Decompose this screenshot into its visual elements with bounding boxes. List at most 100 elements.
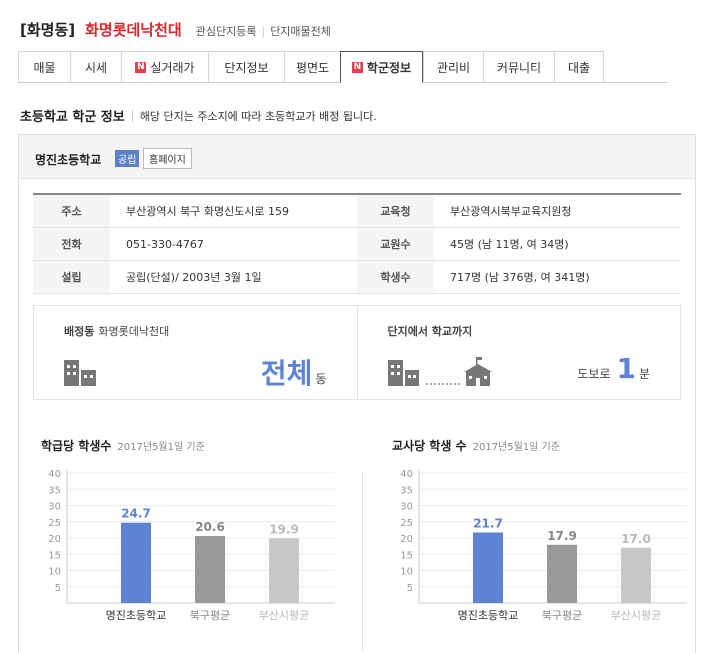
page-header: [화명동] 화명롯데낙천대 관심단지등록 | 단지매물전체 (20, 19, 331, 41)
teachers-label: 교원수 (357, 228, 434, 260)
apartment-name: 화명롯데낙천대 (85, 21, 182, 39)
bar (547, 544, 577, 603)
chart-subtitle: 2017년5월1일 기준 (472, 442, 560, 453)
bar-value-label: 21.7 (473, 516, 503, 530)
tab-complex-info[interactable]: 단지정보 (208, 51, 284, 83)
y-tick-label: 15 (400, 550, 413, 561)
students-value: 717명 (남 376명, 여 341명) (450, 271, 590, 284)
y-tick-label: 35 (400, 485, 413, 496)
all-listings-link[interactable]: 단지매물전체 (270, 23, 331, 39)
address-value: 부산광역시 북구 화명신도시로 159 (126, 205, 290, 218)
x-category-label: 북구평균 (190, 609, 230, 622)
y-tick-label: 20 (400, 534, 413, 545)
phone-label: 전화 (33, 228, 110, 260)
y-tick-label: 25 (48, 518, 61, 529)
y-tick-label: 40 (48, 469, 61, 480)
assigned-dong-number: 전체 (260, 357, 313, 390)
x-category-label: 부산시평균 (259, 609, 310, 622)
chart-divider (362, 471, 363, 651)
tab-bar: 매물 시세 N 실거래가 단지정보 평면도 N 학군정보 관리비 커뮤니티 대출 (18, 51, 668, 83)
tab-school-district[interactable]: N 학군정보 (340, 51, 423, 83)
tab-label: 관리비 (436, 60, 471, 75)
y-tick-label: 25 (400, 518, 413, 529)
phone-value: 051-330-4767 (126, 237, 204, 251)
link-separator: | (261, 25, 266, 38)
assigned-dong-box: 배정동 화명롯데낙천대 전체 동 (34, 306, 357, 399)
homepage-button[interactable]: 홈페이지 (143, 148, 192, 169)
bar (121, 522, 151, 603)
table-row: 설립 공립(단설)/ 2003년 3월 1일 학생수 717명 (남 376명,… (33, 261, 681, 294)
tab-label: 대출 (567, 60, 591, 75)
assignment-boxes: 배정동 화명롯데낙천대 전체 동 단지에서 학교까지 도보로 1 분 (33, 305, 681, 400)
assigned-dong-unit: 동 (315, 372, 327, 386)
founded-label: 설립 (33, 261, 110, 293)
bar (473, 532, 503, 603)
address-label: 주소 (33, 195, 110, 227)
table-row: 주소 부산광역시 북구 화명신도시로 159 교육청 부산광역시북부교육지원청 (33, 195, 681, 228)
dong-label: [화명동] (20, 21, 76, 39)
tab-label: 평면도 (295, 60, 330, 75)
tab-label: 학군정보 (366, 60, 412, 75)
education-office-label: 교육청 (357, 195, 434, 227)
new-badge-icon: N (351, 61, 363, 73)
bar-value-label: 20.6 (195, 520, 225, 534)
apartment-building-icon (64, 360, 96, 386)
y-tick-label: 35 (48, 485, 61, 496)
x-category-label: 명진초등학교 (106, 609, 167, 622)
students-per-teacher-chart: 40 35 30 25 20 15 10 5 21.7 명진초등학교 17.9 북구평균 17.0 부산시… (400, 469, 687, 622)
school-info-table: 주소 부산광역시 북구 화명신도시로 159 교육청 부산광역시북부교육지원청 … (33, 193, 681, 294)
tab-label: 시세 (84, 60, 108, 75)
favorite-link[interactable]: 관심단지등록 (196, 23, 257, 39)
education-office-value: 부산광역시북부교육지원청 (450, 205, 572, 218)
apartment-to-school-icon (387, 357, 492, 386)
tab-management-fee[interactable]: 관리비 (423, 51, 483, 83)
y-tick-label: 20 (48, 534, 61, 545)
y-tick-label: 30 (400, 502, 413, 513)
school-card-header: 명진초등학교 공립 홈페이지 (19, 135, 695, 179)
tab-label: 실거래가 (150, 60, 195, 75)
tab-label: 단지정보 (224, 60, 269, 75)
title-divider (131, 109, 133, 122)
tab-label: 커뮤니티 (496, 60, 542, 75)
bar-value-label: 17.9 (547, 529, 577, 543)
teachers-value: 45명 (남 11명, 여 34명) (450, 238, 569, 251)
chart-subtitle: 2017년5월1일 기준 (117, 442, 205, 453)
tab-floorplan[interactable]: 평면도 (284, 51, 340, 83)
walk-unit: 분 (638, 367, 650, 381)
y-tick-label: 30 (48, 502, 61, 513)
new-badge-icon: N (135, 61, 147, 73)
x-category-label: 부산시평균 (611, 609, 662, 622)
tab-community[interactable]: 커뮤니티 (483, 51, 554, 83)
section-description: 해당 단지는 주소지에 따라 초등학교가 배정 됩니다. (139, 109, 377, 123)
students-per-teacher-title: 교사당 학생 수 2017년5월1일 기준 (392, 439, 560, 453)
bar-value-label: 24.7 (121, 507, 151, 521)
x-category-label: 북구평균 (542, 609, 582, 622)
tab-price[interactable]: 시세 (70, 51, 121, 83)
students-per-class-title: 학급당 학생수 2017년5월1일 기준 (41, 439, 205, 453)
y-tick-label: 10 (400, 567, 413, 578)
bar (195, 536, 225, 603)
section-title: 초등학교 학군 정보 해당 단지는 주소지에 따라 초등학교가 배정 됩니다. (20, 106, 377, 125)
assigned-apt: 화명롯데낙천대 (98, 325, 170, 338)
tab-listings[interactable]: 매물 (18, 51, 70, 83)
table-row: 전화 051-330-4767 교원수 45명 (남 11명, 여 34명) (33, 228, 681, 261)
tab-label: 매물 (33, 60, 56, 75)
distance-box: 단지에서 학교까지 도보로 1 분 (356, 306, 681, 399)
public-badge: 공립 (115, 150, 140, 167)
bar (269, 538, 299, 603)
tab-transactions[interactable]: N 실거래가 (121, 51, 208, 83)
bar (621, 547, 651, 603)
y-tick-label: 40 (400, 469, 413, 480)
distance-value: 도보로 1 분 (577, 352, 650, 385)
school-name: 명진초등학교 (35, 153, 102, 167)
students-per-class-chart: 40 35 30 25 20 15 10 5 24.7 명진초등학교 20.6 북구평균 19.9 부산시… (48, 469, 335, 622)
y-tick-label: 5 (407, 583, 413, 594)
tab-loan[interactable]: 대출 (554, 51, 604, 83)
assigned-dong-title: 배정동 화명롯데낙천대 (64, 325, 170, 338)
y-tick-label: 10 (48, 567, 61, 578)
bar-value-label: 19.9 (269, 522, 299, 536)
walk-prefix: 도보로 (577, 367, 611, 381)
founded-value: 공립(단설)/ 2003년 3월 1일 (126, 271, 262, 284)
section-heading: 초등학교 학군 정보 (20, 110, 125, 125)
school-card: 명진초등학교 공립 홈페이지 주소 부산광역시 북구 화명신도시로 159 교육… (18, 134, 696, 653)
